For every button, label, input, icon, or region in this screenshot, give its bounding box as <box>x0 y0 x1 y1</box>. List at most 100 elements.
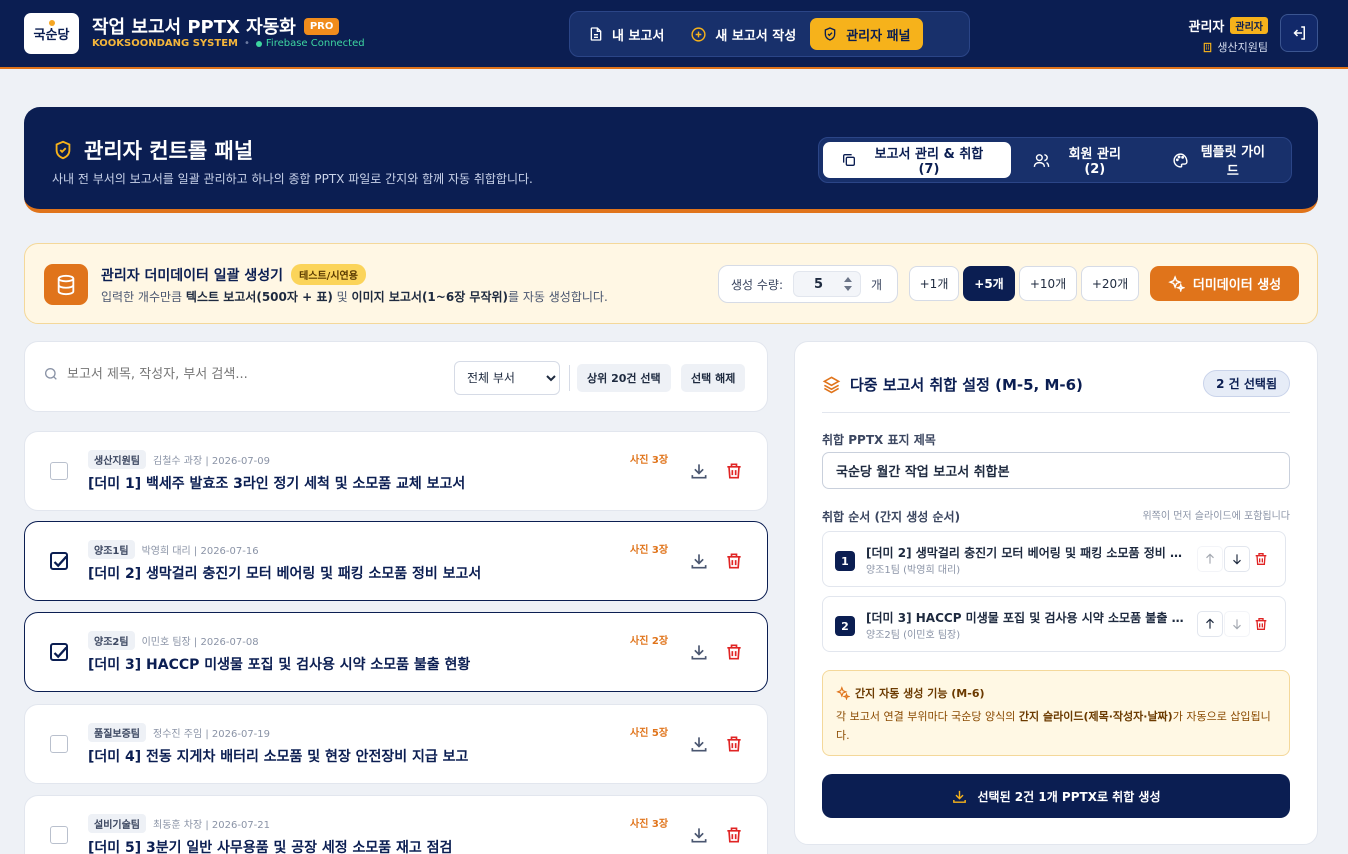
connection-status: Firebase Connected <box>255 38 365 49</box>
tab-report-management[interactable]: 보고서 관리 & 취합 (7) <box>823 142 1011 178</box>
auto-divider-info-box: 간지 자동 생성 기능 (M-6) 각 보고서 연결 부위마다 국순당 양식의 … <box>822 670 1290 756</box>
tab-report-management-label: 보고서 관리 & 취합 (7) <box>874 147 984 177</box>
trash-icon[interactable] <box>724 461 744 481</box>
system-status-row: KOOKSOONDANG SYSTEM • Firebase Connected <box>92 38 365 49</box>
nav-admin-panel[interactable]: 관리자 패널 <box>810 18 923 50</box>
report-title: [더미 5] 3분기 일반 사무용품 및 공장 세정 소모품 재고 점검 <box>88 840 453 854</box>
trash-icon[interactable] <box>1253 551 1269 567</box>
photo-count: 사진 5장 <box>630 728 669 739</box>
user-team: 생산지원팀 <box>1217 41 1268 54</box>
merge-button-label: 선택된 2건 1개 PPTX로 취합 생성 <box>977 789 1161 804</box>
report-card[interactable]: 설비기술팀 최동훈 차장 | 2026-07-21 [더미 5] 3분기 일반 사… <box>24 795 768 854</box>
order-item-title: [더미 2] 생막걸리 충진기 모터 베어링 및 패킹 소모품 정비 보고서 <box>866 546 1186 560</box>
generator-desc-part: 를 자동 생성합니다. <box>508 290 608 304</box>
trash-icon[interactable] <box>724 734 744 754</box>
tab-template-guide-label: 템플릿 가이드 <box>1200 145 1266 179</box>
download-icon[interactable] <box>689 461 709 481</box>
report-checkbox[interactable] <box>50 826 68 844</box>
photo-count: 사진 3장 <box>630 545 669 556</box>
merge-pptx-button[interactable]: 선택된 2건 1개 PPTX로 취합 생성 <box>822 774 1290 818</box>
sparkles-icon <box>1168 275 1185 292</box>
move-up-button[interactable] <box>1197 611 1223 637</box>
logout-icon <box>1290 24 1308 42</box>
logout-button[interactable] <box>1280 14 1318 52</box>
report-card[interactable]: 양조2팀 이민호 팀장 | 2026-07-08 [더미 3] HACCP 미생물… <box>24 612 768 692</box>
author-date: 이민호 팀장 | 2026-07-08 <box>141 637 259 648</box>
database-icon <box>44 264 88 305</box>
logo-dot <box>49 20 55 26</box>
preset-plus-5-button[interactable]: +5개 <box>963 266 1015 301</box>
download-icon[interactable] <box>689 642 709 662</box>
report-checkbox[interactable] <box>50 735 68 753</box>
department-filter-select[interactable]: 전체 부서 <box>454 361 560 395</box>
generator-desc-bold: 텍스트 보고서(500자 + 표) <box>185 290 333 304</box>
main-nav: 내 보고서 새 보고서 작성 관리자 패널 <box>569 11 970 57</box>
arrow-down-icon <box>1230 552 1244 566</box>
merge-panel-title: 다중 보고서 취합 설정 (M-5, M-6) <box>850 376 1083 394</box>
trash-icon[interactable] <box>724 551 744 571</box>
hero-title-text: 관리자 컨트롤 패널 <box>84 139 254 163</box>
test-demo-tag: 테스트/시연용 <box>291 264 366 285</box>
merge-panel-header: 다중 보고서 취합 설정 (M-5, M-6) <box>822 374 1083 395</box>
download-icon[interactable] <box>689 734 709 754</box>
arrow-down-icon <box>1230 617 1244 631</box>
tab-member-management[interactable]: 회원 관리 (2) <box>1015 142 1150 178</box>
generator-description: 입력한 개수만큼 텍스트 보고서(500자 + 표) 및 이미지 보고서(1~6… <box>101 288 608 305</box>
dummy-data-generator: 관리자 더미데이터 일괄 생성기 테스트/시연용 입력한 개수만큼 텍스트 보고… <box>24 243 1318 324</box>
arrow-up-icon <box>1203 617 1217 631</box>
nav-new-report[interactable]: 새 보고서 작성 <box>678 18 808 50</box>
quantity-stepper[interactable]: 5 <box>793 271 862 297</box>
generator-desc-part: 및 <box>332 290 352 304</box>
report-checkbox[interactable] <box>50 462 68 480</box>
report-title: [더미 2] 생막걸리 충진기 모터 베어링 및 패킹 소모품 정비 보고서 <box>88 566 482 582</box>
team-badge: 양조2팀 <box>88 631 135 650</box>
trash-icon[interactable] <box>724 825 744 845</box>
preset-plus-10-button[interactable]: +10개 <box>1019 266 1077 301</box>
pro-badge: PRO <box>303 17 340 35</box>
app-title: 작업 보고서 PPTX 자동화 <box>92 17 296 38</box>
hero-description: 사내 전 부서의 보고서를 일괄 관리하고 하나의 종합 PPTX 파일로 간지… <box>52 172 533 186</box>
app-title-row: 작업 보고서 PPTX 자동화 PRO <box>92 13 340 39</box>
report-checkbox[interactable] <box>50 643 68 661</box>
nav-my-reports[interactable]: 내 보고서 <box>576 18 676 50</box>
select-top20-button[interactable]: 상위 20건 선택 <box>577 364 671 392</box>
photo-count: 사진 2장 <box>630 636 669 647</box>
company-logo[interactable]: 국순당 <box>24 13 79 54</box>
pptx-title-input[interactable] <box>822 452 1290 489</box>
divider <box>822 412 1290 413</box>
move-down-button[interactable] <box>1224 611 1250 637</box>
palette-icon <box>1172 152 1189 169</box>
photo-count: 사진 3장 <box>630 455 669 466</box>
quantity-value: 5 <box>814 276 824 292</box>
move-up-button[interactable] <box>1197 546 1223 572</box>
stepper-arrows-icon[interactable] <box>842 273 854 295</box>
search-field <box>43 366 427 382</box>
merge-order-hint: 위쪽이 먼저 슬라이드에 포함됩니다 <box>1142 511 1290 522</box>
trash-icon[interactable] <box>1253 616 1269 632</box>
pptx-title-label: 취합 PPTX 표지 제목 <box>822 433 936 447</box>
clear-selection-button[interactable]: 선택 해제 <box>681 364 746 392</box>
quantity-control: 생성 수량: 5 개 <box>718 265 898 303</box>
preset-plus-1-button[interactable]: +1개 <box>909 266 959 301</box>
report-title: [더미 4] 전동 지게차 배터리 소모품 및 현장 안전장비 지급 보고 <box>88 749 469 765</box>
generate-dummy-data-button[interactable]: 더미데이터 생성 <box>1150 266 1299 301</box>
report-card[interactable]: 생산지원팀 김철수 과장 | 2026-07-09 [더미 1] 백세주 발효조 … <box>24 431 768 511</box>
info-desc-bold: 간지 슬라이드(제목·작성자·날짜) <box>1018 710 1173 723</box>
merge-order-item: 1 [더미 2] 생막걸리 충진기 모터 베어링 및 패킹 소모품 정비 보고서… <box>822 531 1286 587</box>
search-icon <box>43 366 59 382</box>
preset-plus-20-button[interactable]: +20개 <box>1081 266 1139 301</box>
team-badge: 품질보증팀 <box>88 723 146 742</box>
report-title: [더미 1] 백세주 발효조 3라인 정기 세척 및 소모품 교체 보고서 <box>88 476 466 492</box>
tab-member-management-label: 회원 관리 (2) <box>1068 147 1121 177</box>
team-badge: 설비기술팀 <box>88 814 146 833</box>
search-input[interactable] <box>67 366 427 382</box>
download-icon[interactable] <box>689 825 709 845</box>
tab-template-guide[interactable]: 템플릿 가이드 <box>1154 142 1287 179</box>
move-down-button[interactable] <box>1224 546 1250 572</box>
report-checkbox[interactable] <box>50 552 68 570</box>
trash-icon[interactable] <box>724 642 744 662</box>
report-card[interactable]: 품질보증팀 정수진 주임 | 2026-07-19 [더미 4] 전동 지게차 배… <box>24 704 768 784</box>
report-card[interactable]: 양조1팀 박영희 대리 | 2026-07-16 [더미 2] 생막걸리 충진기 … <box>24 521 768 601</box>
download-icon[interactable] <box>689 551 709 571</box>
order-number: 1 <box>835 551 855 571</box>
